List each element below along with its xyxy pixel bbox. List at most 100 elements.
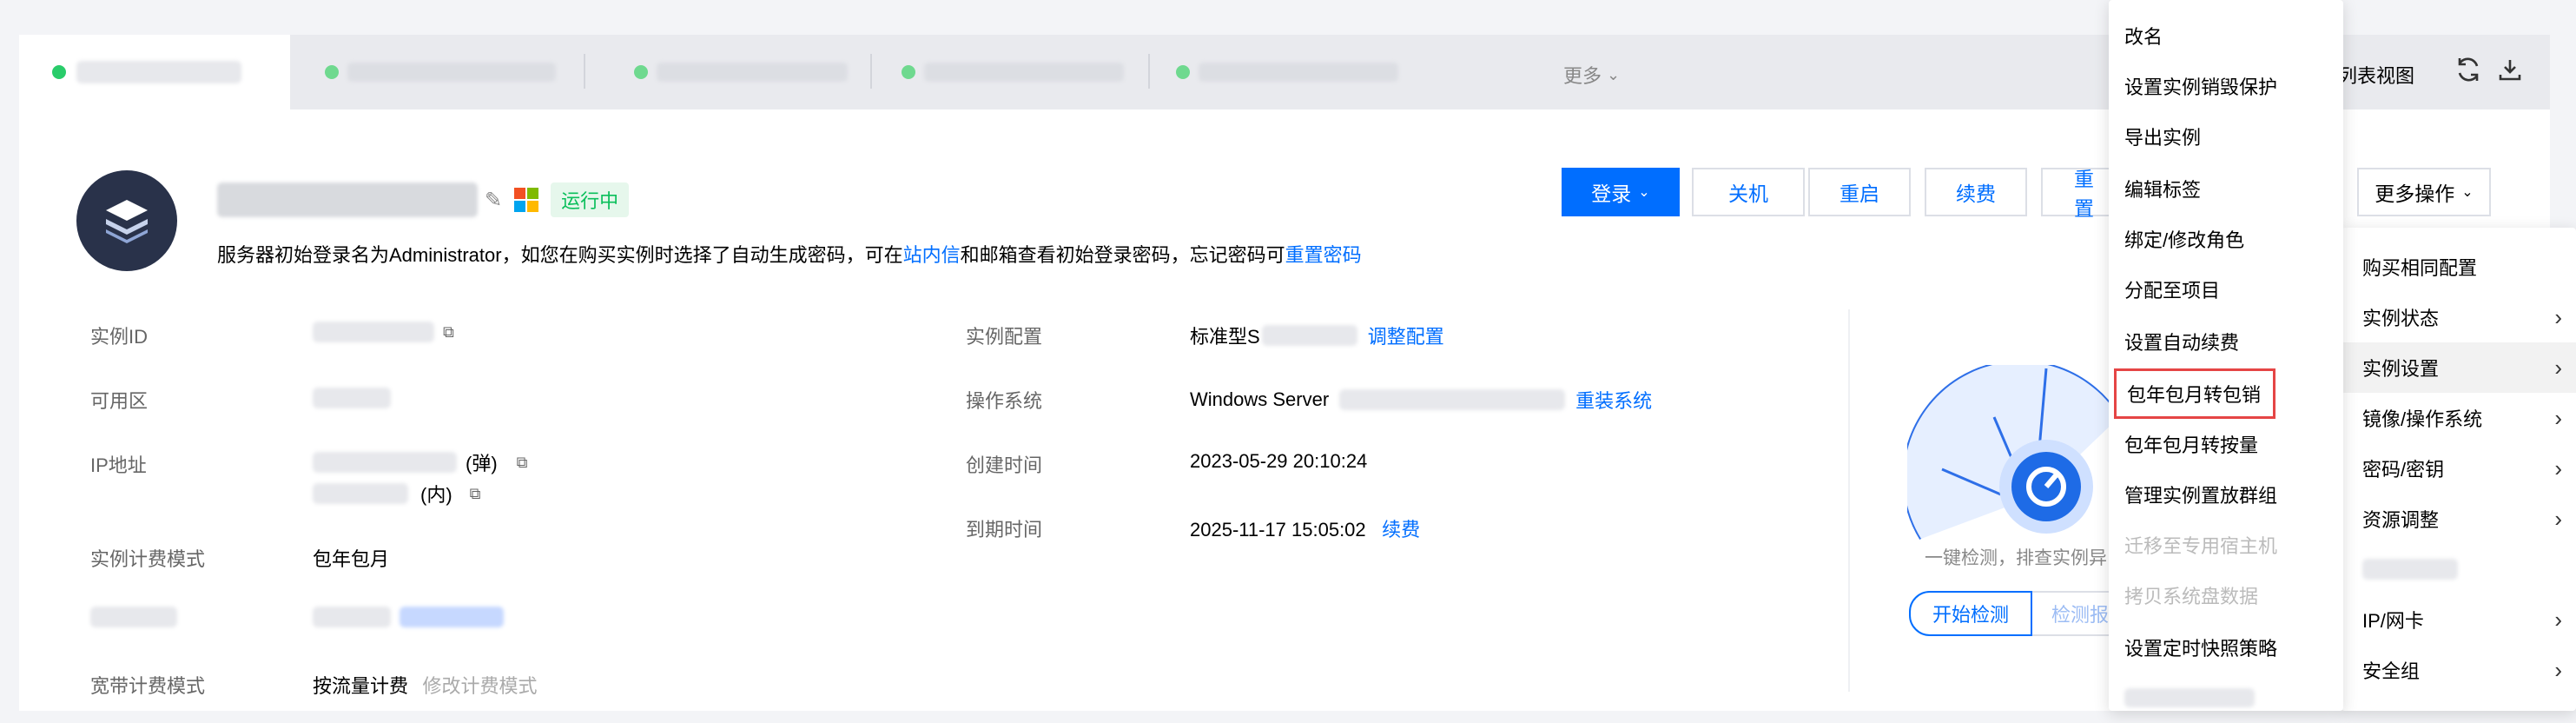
expire-row: 2025-11-17 15:05:02 续费 (1190, 514, 1420, 542)
submenu-item-label: 设置定时快照策略 (2124, 638, 2278, 660)
menu-item-label: IP/网卡 (2362, 610, 2424, 632)
submenu-item-label: 管理实例置放群组 (2124, 485, 2278, 507)
config-value: 标准型S (1190, 326, 1260, 348)
login-note: 服务器初始登录名为Administrator，如您在购买实例时选择了自动生成密码… (217, 240, 1362, 268)
menu-item-instance-status[interactable]: 实例状态 › (2342, 292, 2576, 342)
menu-item-ip-nic[interactable]: IP/网卡 › (2342, 594, 2576, 645)
tab-name-redacted (1199, 63, 1398, 82)
submenu-item-export[interactable]: 导出实例 (2109, 111, 2343, 162)
billing-mode-value: 包年包月 (313, 548, 390, 570)
tab-active-instance[interactable] (19, 35, 290, 109)
tab-status-dot (1176, 65, 1190, 79)
status-badge: 运行中 (551, 182, 630, 217)
tabs-more-label: 更多 (1563, 65, 1602, 87)
shutdown-button[interactable]: 关机 (1692, 168, 1805, 216)
config-label: 实例配置 (966, 326, 1043, 348)
modify-billing-link[interactable]: 修改计费模式 (422, 675, 537, 697)
submenu-item-edit-tags[interactable]: 编辑标签 (2109, 163, 2343, 214)
menu-item-instance-settings[interactable]: 实例设置 › (2342, 342, 2576, 393)
list-view-toggle[interactable]: 列表视图 (2338, 61, 2414, 89)
zone-label: 可用区 (90, 390, 149, 412)
billing-mode-label: 实例计费模式 (90, 548, 206, 570)
submenu-item-placement-group[interactable]: 管理实例置放群组 (2109, 469, 2343, 520)
menu-item-redacted[interactable] (2342, 544, 2576, 594)
tab-status-dot (902, 65, 915, 79)
submenu-item-label: 包年包月转按量 (2124, 434, 2259, 456)
inbox-link[interactable]: 站内信 (903, 244, 961, 266)
edit-pencil-icon[interactable]: ✎ (485, 188, 502, 213)
submenu-item-snapshot-policy[interactable]: 设置定时快照策略 (2109, 622, 2343, 673)
menu-item-label: 密码/密钥 (2362, 459, 2445, 481)
instance-title-row: ✎ 运行中 (217, 182, 630, 217)
adjust-config-link[interactable]: 调整配置 (1368, 322, 1444, 349)
created-time-label: 创建时间 (966, 454, 1043, 476)
submenu-item-convert-to-postpaid[interactable]: 包年包月转按量 (2109, 419, 2343, 469)
submenu-item-label: 拷贝系统盘数据 (2124, 586, 2259, 607)
tab-instance-name-redacted (76, 61, 241, 83)
submenu-item-auto-renew[interactable]: 设置自动续费 (2109, 316, 2343, 367)
renew-link[interactable]: 续费 (1382, 519, 1420, 541)
tab-instance-4[interactable] (872, 35, 1150, 109)
submenu-item-label: 导出实例 (2124, 127, 2202, 149)
shutdown-label: 关机 (1728, 182, 1768, 205)
copy-icon[interactable]: ⧉ (517, 454, 528, 472)
copy-icon[interactable]: ⧉ (443, 323, 454, 342)
copy-icon[interactable]: ⧉ (470, 485, 481, 503)
download-icon[interactable] (2498, 57, 2522, 86)
chevron-down-icon: ⌄ (1607, 65, 1621, 83)
chevron-right-icon: › (2554, 404, 2562, 431)
tab-instance-3[interactable] (585, 35, 872, 109)
submenu-item-migrate-host[interactable]: 迁移至专用宿主机 (2109, 520, 2343, 570)
renew-label: 续费 (1956, 182, 1996, 205)
os-row: Windows Server 重装系统 (1190, 386, 1652, 414)
instance-id-label: 实例ID (90, 326, 149, 348)
tabs-more-button[interactable]: 更多 ⌄ (1563, 61, 1620, 89)
submenu-item-rename[interactable]: 改名 (2109, 10, 2343, 61)
menu-item-security-group[interactable]: 安全组 › (2342, 645, 2576, 695)
submenu-item-convert-to-package[interactable]: 包年包月转包销 (2114, 368, 2275, 419)
login-note-text: 服务器初始登录名为Administrator，如您在购买实例时选择了自动生成密码… (217, 244, 903, 266)
chevron-right-icon: › (2554, 505, 2562, 532)
submenu-item-destroy-protection[interactable]: 设置实例销毁保护 (2109, 61, 2343, 111)
chevron-right-icon: › (2554, 606, 2562, 633)
submenu-item-label: 分配至项目 (2124, 280, 2221, 302)
restart-button[interactable]: 重启 (1808, 168, 1911, 216)
menu-item-password-key[interactable]: 密码/密钥 › (2342, 443, 2576, 494)
submenu-item-bind-role[interactable]: 绑定/修改角色 (2109, 214, 2343, 264)
created-time-value: 2023-05-29 20:10:24 (1190, 450, 1368, 472)
submenu-item-label: 迁移至专用宿主机 (2124, 535, 2278, 557)
submenu-item-redacted[interactable] (2109, 673, 2343, 723)
private-ip-suffix: (内) (420, 484, 452, 506)
public-ip-suffix: (弹) (466, 453, 498, 474)
renew-button[interactable]: 续费 (1925, 168, 2027, 216)
tab-name-redacted (657, 63, 848, 82)
submenu-item-assign-project[interactable]: 分配至项目 (2109, 264, 2343, 315)
start-check-label: 开始检测 (1932, 604, 2009, 626)
menu-item-label: 安全组 (2362, 660, 2421, 682)
running-status-dot (52, 65, 66, 79)
menu-item-label: 实例状态 (2362, 308, 2440, 329)
menu-item-image-os[interactable]: 镜像/操作系统 › (2342, 393, 2576, 443)
more-actions-button[interactable]: 更多操作 ⌄ (2357, 168, 2491, 216)
chevron-down-icon: ⌄ (2461, 185, 2474, 200)
menu-item-label: 购买相同配置 (2362, 257, 2478, 279)
tab-instance-2[interactable] (290, 35, 585, 109)
menu-item-resource-adjust[interactable]: 资源调整 › (2342, 494, 2576, 544)
submenu-item-label: 包年包月转包销 (2127, 384, 2262, 406)
submenu-item-copy-system-disk[interactable]: 拷贝系统盘数据 (2109, 570, 2343, 620)
tab-status-dot (634, 65, 648, 79)
refresh-icon[interactable] (2454, 56, 2482, 88)
ip-label: IP地址 (90, 454, 147, 476)
tab-instance-5[interactable] (1150, 35, 1428, 109)
os-version-redacted (1339, 389, 1566, 410)
menu-item-buy-same[interactable]: 购买相同配置 (2342, 242, 2576, 292)
expire-time-value: 2025-11-17 15:05:02 (1190, 519, 1366, 541)
login-button[interactable]: 登录 ⌄ (1562, 168, 1680, 216)
restart-label: 重启 (1840, 182, 1879, 205)
start-check-button[interactable]: 开始检测 (1909, 591, 2032, 636)
blurred-row-label (90, 607, 177, 627)
reinstall-os-link[interactable]: 重装系统 (1575, 386, 1652, 414)
reset-password-link[interactable]: 重置密码 (1285, 244, 1362, 266)
reset-button[interactable]: 重置 (2041, 168, 2110, 220)
check-report-button[interactable]: 检测报 (2032, 591, 2110, 636)
